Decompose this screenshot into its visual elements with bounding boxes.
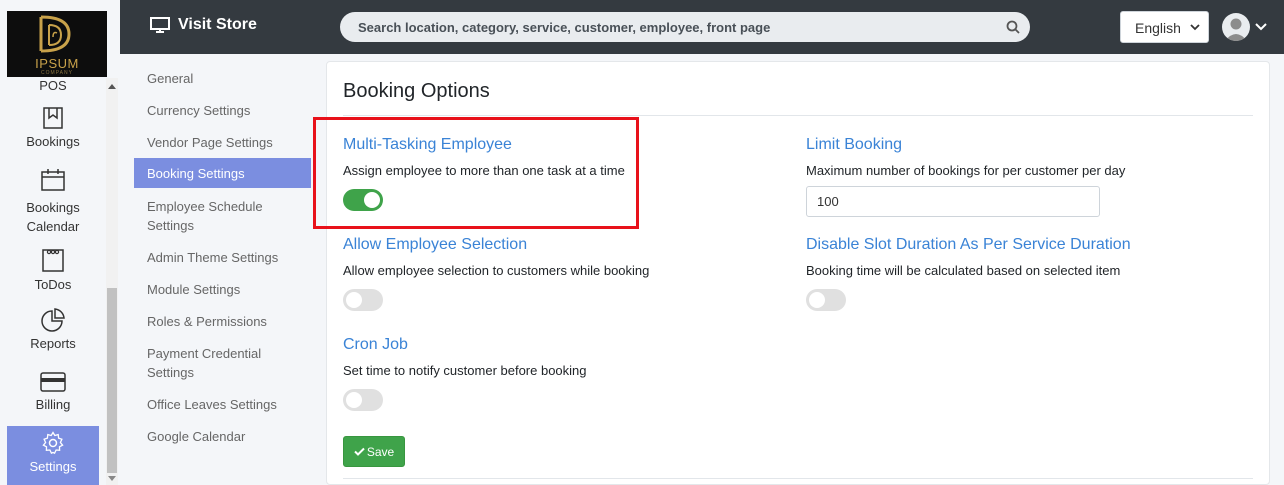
sidebar-item-label: Bookings Calendar	[26, 200, 80, 234]
scroll-up-arrow-icon[interactable]	[108, 84, 116, 89]
cron-job-toggle[interactable]	[343, 389, 383, 411]
submenu-item-google-calendar[interactable]: Google Calendar	[134, 427, 311, 446]
calendar-icon	[41, 169, 65, 191]
check-icon	[354, 447, 365, 456]
toggle-knob	[809, 292, 825, 308]
sidebar-item-label: Billing	[35, 397, 71, 412]
employee-selection-desc: Allow employee selection to customers wh…	[343, 263, 650, 278]
divider	[343, 478, 1253, 479]
submenu-item-payment-credential-settings[interactable]: Payment Credential Settings	[134, 344, 284, 382]
submenu-item-vendor-page-settings[interactable]: Vendor Page Settings	[134, 133, 311, 152]
user-icon	[1225, 18, 1247, 41]
save-label: Save	[366, 444, 395, 459]
sidebar-item-todos[interactable]: ToDos	[7, 247, 99, 292]
monitor-icon	[150, 17, 170, 33]
disable-slot-toggle[interactable]	[806, 289, 846, 311]
cron-job-title: Cron Job	[343, 336, 408, 353]
language-selected: English	[1135, 20, 1181, 36]
toggle-knob	[346, 392, 362, 408]
sidebar-item-label: Settings	[29, 459, 77, 474]
search-icon[interactable]	[1006, 20, 1020, 34]
page-title: Booking Options	[343, 80, 490, 102]
company-logo[interactable]: IPSUM COMPANY	[7, 11, 107, 77]
limit-booking-input[interactable]	[806, 186, 1100, 217]
submenu-item-employee-schedule-settings[interactable]: Employee Schedule Settings	[134, 197, 294, 235]
submenu-item-booking-settings[interactable]: Booking Settings	[134, 158, 311, 188]
highlight-box	[313, 117, 639, 229]
search-input[interactable]	[358, 12, 998, 42]
employee-selection-toggle[interactable]	[343, 289, 383, 311]
language-select[interactable]: English	[1120, 11, 1209, 43]
scroll-down-arrow-icon[interactable]	[108, 476, 116, 481]
todos-icon	[42, 249, 64, 272]
disable-slot-title: Disable Slot Duration As Per Service Dur…	[806, 236, 1131, 253]
logo-subtext: COMPANY	[41, 70, 73, 76]
sidebar-item-label: Bookings	[26, 134, 80, 149]
sidebar-item-bookings[interactable]: Bookings	[7, 106, 99, 149]
gear-icon	[42, 431, 64, 455]
topbar: Visit Store English	[120, 0, 1284, 54]
submenu-item-currency-settings[interactable]: Currency Settings	[134, 101, 311, 120]
user-menu-caret-icon[interactable]	[1255, 23, 1267, 31]
sidebar-item-pos[interactable]: POS	[7, 78, 99, 94]
pie-chart-icon	[41, 308, 65, 332]
limit-booking-desc: Maximum number of bookings for per custo…	[806, 163, 1126, 178]
bookings-icon	[43, 107, 63, 129]
cron-job-desc: Set time to notify customer before booki…	[343, 363, 587, 378]
sidebar-item-bookings-calendar[interactable]: Bookings Calendar	[7, 168, 99, 236]
submenu-item-office-leaves-settings[interactable]: Office Leaves Settings	[134, 395, 311, 414]
sidebar-item-label: ToDos	[34, 277, 72, 292]
logo-mark-icon	[39, 15, 71, 53]
sidebar: IPSUM COMPANY POS Bookings Bookings Cale…	[0, 0, 120, 485]
search-bar	[340, 12, 1030, 42]
divider	[343, 115, 1253, 116]
toggle-knob	[346, 292, 362, 308]
sidebar-item-label: Reports	[30, 336, 76, 351]
visit-store-label: Visit Store	[178, 16, 257, 33]
submenu-item-roles-permissions[interactable]: Roles & Permissions	[134, 312, 311, 331]
user-avatar[interactable]	[1222, 13, 1250, 41]
disable-slot-desc: Booking time will be calculated based on…	[806, 263, 1121, 278]
sidebar-item-reports[interactable]: Reports	[7, 308, 99, 351]
credit-card-icon	[40, 372, 66, 392]
employee-selection-title: Allow Employee Selection	[343, 236, 528, 253]
limit-booking-title: Limit Booking	[806, 136, 903, 153]
submenu-item-admin-theme-settings[interactable]: Admin Theme Settings	[134, 248, 311, 267]
submenu-item-module-settings[interactable]: Module Settings	[134, 280, 311, 299]
submenu-item-general[interactable]: General	[134, 69, 311, 88]
visit-store-link[interactable]: Visit Store	[150, 16, 257, 34]
sidebar-item-label: POS	[39, 78, 67, 93]
sidebar-item-settings[interactable]: Settings	[7, 426, 99, 485]
scrollbar-thumb[interactable]	[107, 288, 117, 473]
chevron-down-icon	[1190, 24, 1200, 31]
sidebar-scrollbar[interactable]	[106, 78, 118, 485]
save-button[interactable]: Save	[343, 436, 405, 467]
sidebar-item-billing[interactable]: Billing	[7, 371, 99, 412]
logo-text: IPSUM	[35, 56, 79, 71]
